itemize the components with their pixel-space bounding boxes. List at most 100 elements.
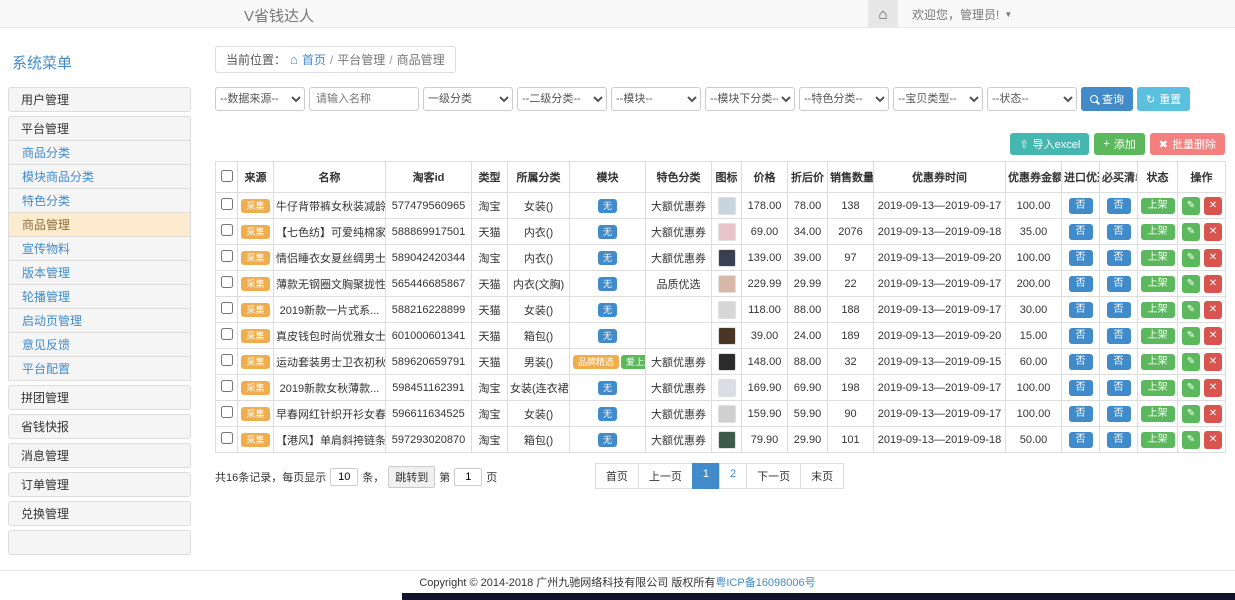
imported-toggle-button[interactable]: 否 xyxy=(1069,198,1093,214)
delete-button[interactable]: ✕ xyxy=(1204,301,1222,319)
imported-toggle-button[interactable]: 否 xyxy=(1069,250,1093,266)
page-size-input[interactable] xyxy=(330,468,358,486)
sidebar-item-特色分类[interactable]: 特色分类 xyxy=(8,188,191,213)
filter-select[interactable]: --模块下分类-- xyxy=(705,87,795,111)
imported-toggle-button[interactable]: 否 xyxy=(1069,432,1093,448)
add-button[interactable]: + 添加 xyxy=(1094,133,1144,155)
must-buy-toggle-button[interactable]: 否 xyxy=(1107,354,1131,370)
edit-button[interactable]: ✎ xyxy=(1182,301,1200,319)
sidebar-item-订单管理[interactable]: 订单管理 xyxy=(8,472,191,497)
imported-toggle-button[interactable]: 否 xyxy=(1069,406,1093,422)
row-checkbox[interactable] xyxy=(221,380,233,392)
row-checkbox[interactable] xyxy=(221,354,233,366)
sidebar-item-意见反馈[interactable]: 意见反馈 xyxy=(8,332,191,357)
row-checkbox[interactable] xyxy=(221,432,233,444)
name-search-input[interactable] xyxy=(309,87,419,111)
delete-button[interactable]: ✕ xyxy=(1204,275,1222,293)
edit-button[interactable]: ✎ xyxy=(1182,379,1200,397)
page-next[interactable]: 下一页 xyxy=(746,463,801,489)
imported-toggle-button[interactable]: 否 xyxy=(1069,224,1093,240)
filter-select[interactable]: --特色分类-- xyxy=(799,87,889,111)
imported-toggle-button[interactable]: 否 xyxy=(1069,328,1093,344)
row-checkbox[interactable] xyxy=(221,302,233,314)
row-checkbox[interactable] xyxy=(221,250,233,262)
row-checkbox[interactable] xyxy=(221,406,233,418)
sidebar-item-平台管理[interactable]: 平台管理 xyxy=(8,116,191,141)
status-button[interactable]: 上架 xyxy=(1141,276,1175,292)
row-checkbox[interactable] xyxy=(221,198,233,210)
row-checkbox[interactable] xyxy=(221,224,233,236)
imported-toggle-button[interactable]: 否 xyxy=(1069,380,1093,396)
imported-toggle-button[interactable]: 否 xyxy=(1069,302,1093,318)
sidebar-item-商品分类[interactable]: 商品分类 xyxy=(8,140,191,165)
delete-button[interactable]: ✕ xyxy=(1204,405,1222,423)
user-menu[interactable]: 欢迎您，管理员! ▼ xyxy=(912,6,1012,23)
sidebar-item-用户管理[interactable]: 用户管理 xyxy=(8,87,191,112)
must-buy-toggle-button[interactable]: 否 xyxy=(1107,432,1131,448)
page-prev[interactable]: 上一页 xyxy=(638,463,693,489)
delete-button[interactable]: ✕ xyxy=(1204,379,1222,397)
filter-select[interactable]: 一级分类 xyxy=(423,87,513,111)
batch-delete-button[interactable]: ✖ 批量删除 xyxy=(1150,133,1225,155)
jump-page-input[interactable] xyxy=(454,468,482,486)
filter-select[interactable]: --模块-- xyxy=(611,87,701,111)
filter-select[interactable]: --宝贝类型-- xyxy=(893,87,983,111)
sidebar-item-消息管理[interactable]: 消息管理 xyxy=(8,443,191,468)
status-button[interactable]: 上架 xyxy=(1141,380,1175,396)
status-button[interactable]: 上架 xyxy=(1141,328,1175,344)
sidebar-item-商品管理[interactable]: 商品管理 xyxy=(8,212,191,237)
must-buy-toggle-button[interactable]: 否 xyxy=(1107,406,1131,422)
sidebar-item-启动页管理[interactable]: 启动页管理 xyxy=(8,308,191,333)
delete-button[interactable]: ✕ xyxy=(1204,249,1222,267)
imported-toggle-button[interactable]: 否 xyxy=(1069,354,1093,370)
icp-link[interactable]: 粤ICP备16098006号 xyxy=(715,574,815,590)
status-button[interactable]: 上架 xyxy=(1141,224,1175,240)
must-buy-toggle-button[interactable]: 否 xyxy=(1107,302,1131,318)
sidebar-item-兑换管理[interactable]: 兑换管理 xyxy=(8,501,191,526)
sidebar-item-省钱快报[interactable]: 省钱快报 xyxy=(8,414,191,439)
edit-button[interactable]: ✎ xyxy=(1182,405,1200,423)
sidebar-item-拼团管理[interactable]: 拼团管理 xyxy=(8,385,191,410)
edit-button[interactable]: ✎ xyxy=(1182,197,1200,215)
sidebar-item-版本管理[interactable]: 版本管理 xyxy=(8,260,191,285)
delete-button[interactable]: ✕ xyxy=(1204,223,1222,241)
status-button[interactable]: 上架 xyxy=(1141,250,1175,266)
jump-button[interactable]: 跳转到 xyxy=(388,466,435,488)
reset-button[interactable]: ↻ 重置 xyxy=(1137,87,1190,111)
import-excel-button[interactable]: ⇧ 导入excel xyxy=(1010,133,1089,155)
page-first[interactable]: 首页 xyxy=(595,463,639,489)
sidebar-item-partial[interactable] xyxy=(8,530,191,555)
edit-button[interactable]: ✎ xyxy=(1182,249,1200,267)
sidebar-item-轮播管理[interactable]: 轮播管理 xyxy=(8,284,191,309)
delete-button[interactable]: ✕ xyxy=(1204,431,1222,449)
filter-select[interactable]: --状态-- xyxy=(987,87,1077,111)
edit-button[interactable]: ✎ xyxy=(1182,327,1200,345)
delete-button[interactable]: ✕ xyxy=(1204,353,1222,371)
filter-select[interactable]: --二级分类-- xyxy=(517,87,607,111)
must-buy-toggle-button[interactable]: 否 xyxy=(1107,224,1131,240)
page-number[interactable]: 1 xyxy=(692,463,720,489)
page-last[interactable]: 末页 xyxy=(800,463,844,489)
sidebar-item-宣传物料[interactable]: 宣传物料 xyxy=(8,236,191,261)
delete-button[interactable]: ✕ xyxy=(1204,327,1222,345)
filter-select[interactable]: --数据来源-- xyxy=(215,87,305,111)
status-button[interactable]: 上架 xyxy=(1141,354,1175,370)
status-button[interactable]: 上架 xyxy=(1141,198,1175,214)
edit-button[interactable]: ✎ xyxy=(1182,431,1200,449)
home-nav-button[interactable]: ⌂ xyxy=(868,0,898,28)
delete-button[interactable]: ✕ xyxy=(1204,197,1222,215)
edit-button[interactable]: ✎ xyxy=(1182,353,1200,371)
sidebar-item-平台配置[interactable]: 平台配置 xyxy=(8,356,191,381)
status-button[interactable]: 上架 xyxy=(1141,302,1175,318)
select-all-checkbox[interactable] xyxy=(221,170,233,182)
sidebar-item-模块商品分类[interactable]: 模块商品分类 xyxy=(8,164,191,189)
must-buy-toggle-button[interactable]: 否 xyxy=(1107,250,1131,266)
status-button[interactable]: 上架 xyxy=(1141,406,1175,422)
edit-button[interactable]: ✎ xyxy=(1182,223,1200,241)
breadcrumb-home-link[interactable]: 首页 xyxy=(302,51,326,68)
must-buy-toggle-button[interactable]: 否 xyxy=(1107,380,1131,396)
query-button[interactable]: 查询 xyxy=(1081,87,1133,111)
row-checkbox[interactable] xyxy=(221,328,233,340)
status-button[interactable]: 上架 xyxy=(1141,432,1175,448)
edit-button[interactable]: ✎ xyxy=(1182,275,1200,293)
